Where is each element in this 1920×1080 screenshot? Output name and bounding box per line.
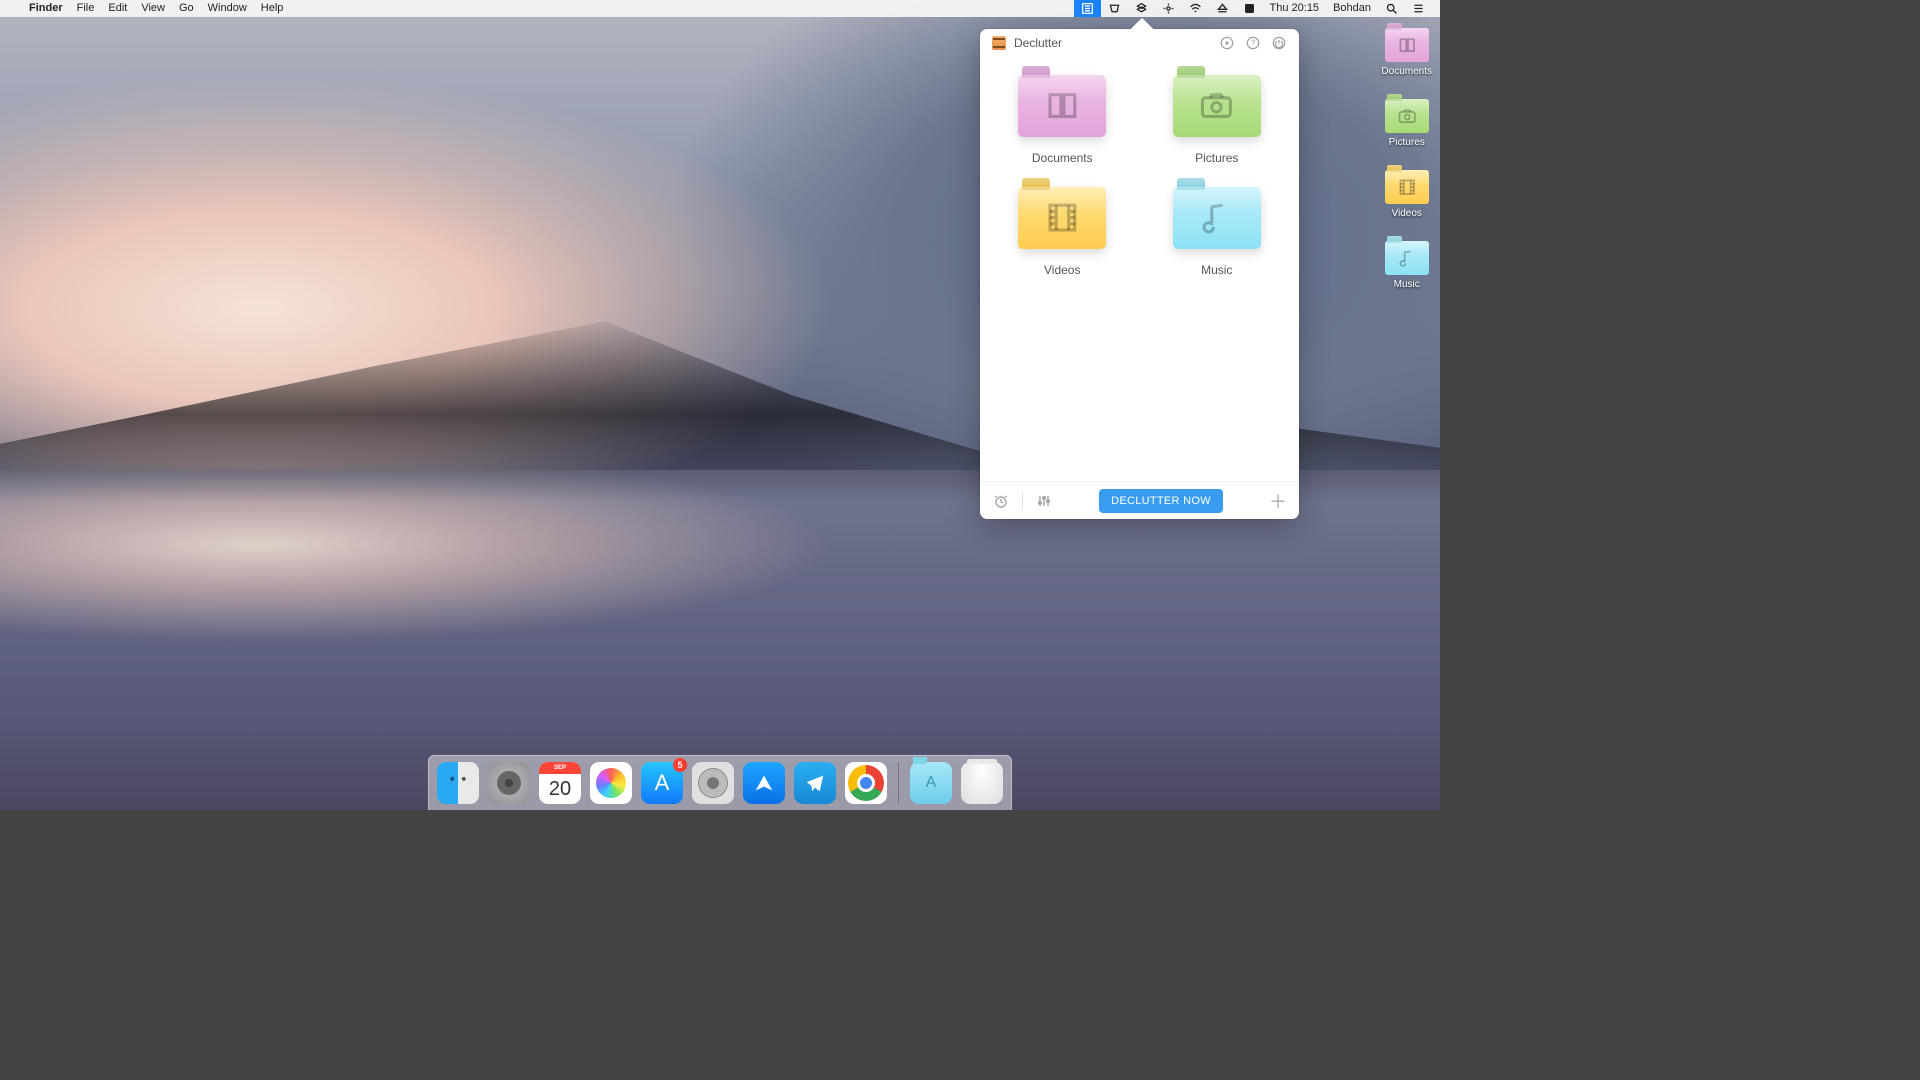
alarm-icon[interactable] (990, 490, 1012, 512)
folder-icon (1173, 187, 1261, 249)
desktop-folder-label: Pictures (1389, 137, 1425, 148)
desktop-folder-music[interactable]: Music (1385, 241, 1429, 290)
desktop-folder-videos[interactable]: Videos (1385, 170, 1429, 219)
folder-label: Videos (1044, 263, 1080, 277)
menu-view[interactable]: View (134, 0, 172, 17)
popover-body: Documents Pictures Videos Music (980, 57, 1299, 481)
dock-separator (898, 762, 899, 804)
folder-icon (1385, 170, 1429, 204)
popover-folder-pictures[interactable]: Pictures (1173, 75, 1261, 165)
popover-header: Declutter ? (980, 29, 1299, 57)
folder-icon (1385, 99, 1429, 133)
tray-icon-1[interactable] (1101, 0, 1128, 17)
sliders-icon[interactable] (1033, 490, 1055, 512)
menubar: Finder File Edit View Go Window Help A T… (0, 0, 1440, 17)
svg-text:A: A (1247, 4, 1252, 13)
dock-app-generic-1[interactable] (743, 762, 785, 804)
calendar-day: 20 (539, 774, 581, 804)
desktop-folder-label: Music (1394, 279, 1420, 290)
dock-chrome[interactable] (845, 762, 887, 804)
folder-icon (1385, 28, 1429, 62)
tray-icon-2[interactable] (1155, 0, 1182, 17)
folder-label: Documents (1032, 151, 1093, 165)
declutter-popover: Declutter ? Documents Pictures Videos Mu… (980, 29, 1299, 519)
folder-icon (1173, 75, 1261, 137)
menu-go[interactable]: Go (172, 0, 201, 17)
folder-label: Pictures (1195, 151, 1238, 165)
popover-folder-videos[interactable]: Videos (1018, 187, 1106, 277)
keyboard-input-icon[interactable]: A (1236, 0, 1263, 17)
wifi-icon[interactable] (1182, 0, 1209, 17)
dropbox-icon[interactable] (1128, 0, 1155, 17)
folder-icon (1385, 241, 1429, 275)
popover-title: Declutter (1014, 36, 1062, 50)
menu-window[interactable]: Window (201, 0, 254, 17)
badge: 5 (673, 758, 687, 772)
notification-center-icon[interactable] (1405, 0, 1432, 17)
calendar-month: SEP (539, 762, 581, 774)
add-button[interactable]: ＋ (1267, 490, 1289, 512)
play-icon[interactable] (1219, 35, 1235, 51)
menu-help[interactable]: Help (254, 0, 291, 17)
menu-edit[interactable]: Edit (101, 0, 134, 17)
dock-calendar[interactable]: SEP 20 (539, 762, 581, 804)
folder-label: Music (1201, 263, 1232, 277)
dock-photos[interactable] (590, 762, 632, 804)
declutter-now-button[interactable]: DECLUTTER NOW (1099, 489, 1223, 513)
dock-trash[interactable] (961, 762, 1003, 804)
power-icon[interactable] (1271, 35, 1287, 51)
declutter-menubar-icon[interactable] (1074, 0, 1101, 17)
menu-file[interactable]: File (70, 0, 102, 17)
desktop-folder-label: Documents (1381, 66, 1432, 77)
spotlight-icon[interactable] (1378, 0, 1405, 17)
desktop-folder-pictures[interactable]: Pictures (1385, 99, 1429, 148)
dock-appstore[interactable]: 5 (641, 762, 683, 804)
eject-icon[interactable] (1209, 0, 1236, 17)
help-icon[interactable]: ? (1245, 35, 1261, 51)
dock-system-preferences[interactable] (692, 762, 734, 804)
popover-folder-music[interactable]: Music (1173, 187, 1261, 277)
desktop-folder-documents[interactable]: Documents (1381, 28, 1432, 77)
popover-folder-documents[interactable]: Documents (1018, 75, 1106, 165)
clock[interactable]: Thu 20:15 (1263, 0, 1327, 17)
dock-launchpad[interactable] (488, 762, 530, 804)
dock-finder[interactable] (437, 762, 479, 804)
folder-icon (1018, 187, 1106, 249)
dock: SEP 20 5 (428, 755, 1012, 810)
app-menu[interactable]: Finder (22, 0, 70, 17)
folder-icon (1018, 75, 1106, 137)
dock-telegram[interactable] (794, 762, 836, 804)
separator (1022, 492, 1023, 510)
user-menu[interactable]: Bohdan (1326, 0, 1378, 17)
dock-applications-folder[interactable] (910, 762, 952, 804)
desktop-icons: Documents Pictures Videos Music (1381, 28, 1432, 290)
declutter-app-icon (992, 36, 1006, 50)
svg-text:?: ? (1251, 39, 1256, 48)
desktop-folder-label: Videos (1392, 208, 1422, 219)
popover-footer: DECLUTTER NOW ＋ (980, 481, 1299, 519)
